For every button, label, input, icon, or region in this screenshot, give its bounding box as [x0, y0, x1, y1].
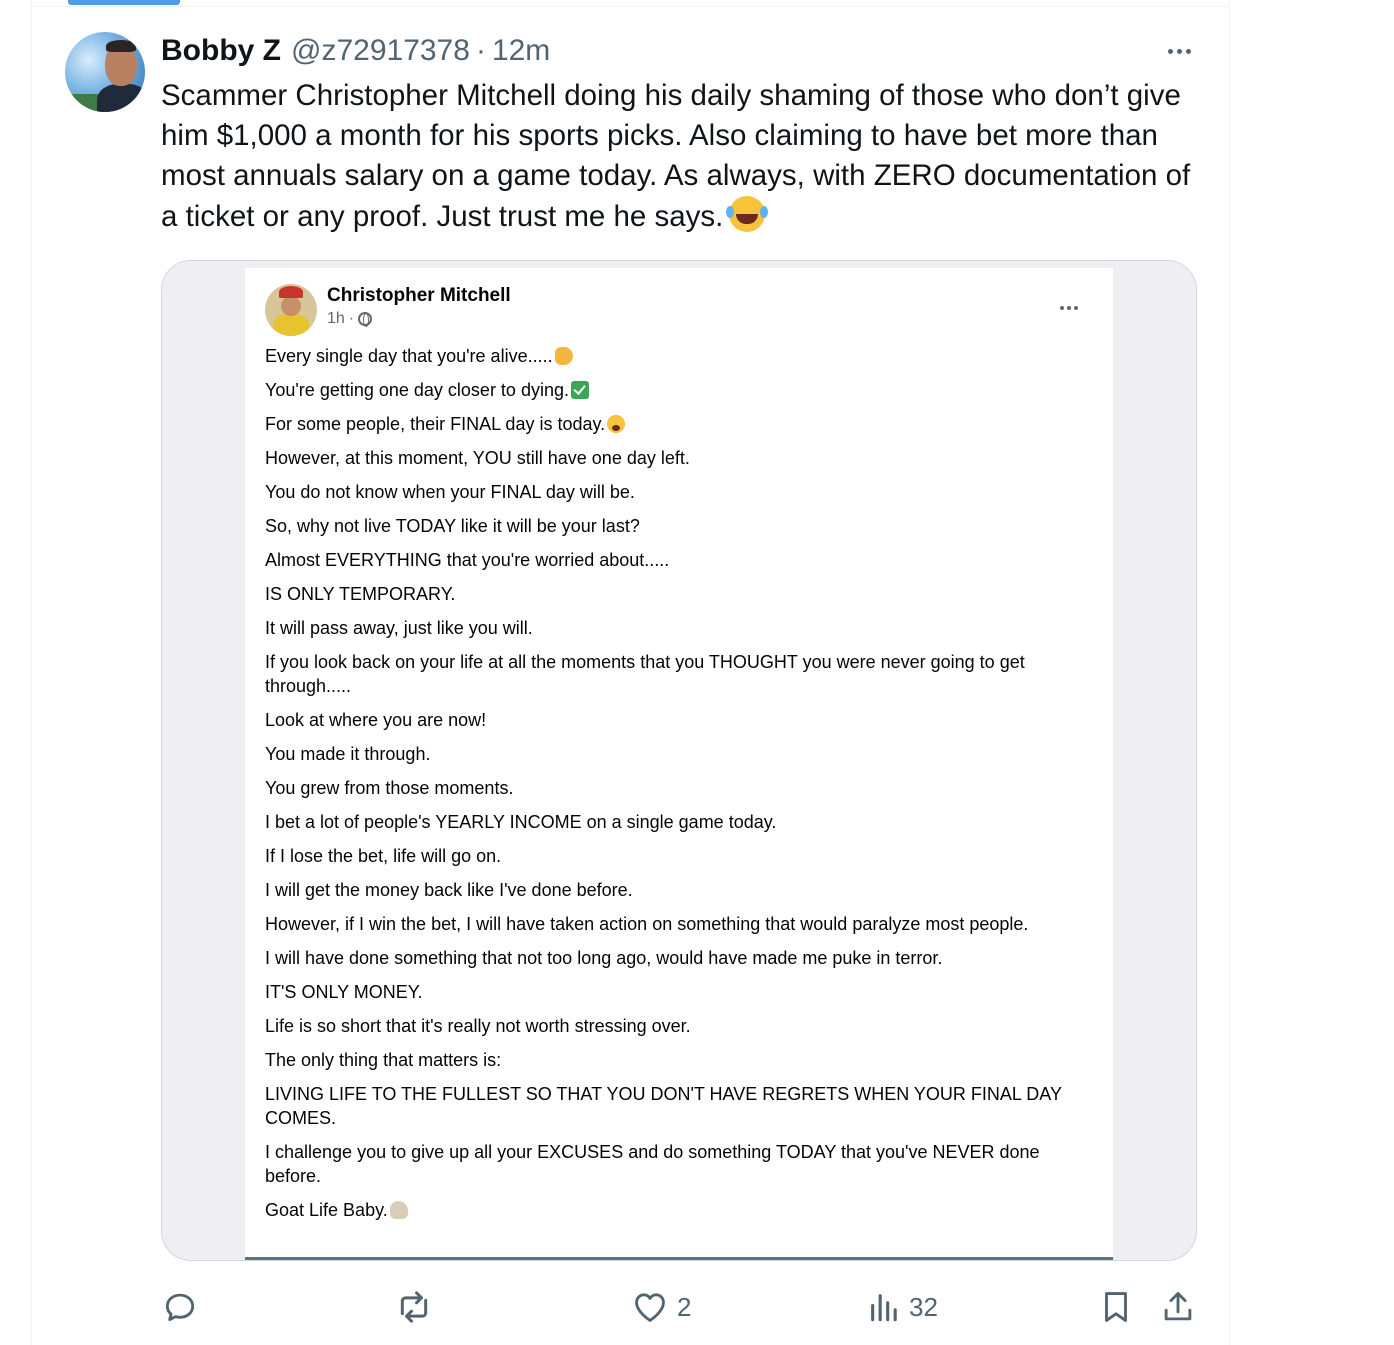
post-line: If you look back on your life at all the… [265, 652, 1025, 696]
post-line: The only thing that matters is: [265, 1050, 502, 1070]
reply-icon [165, 1293, 195, 1322]
views-icon [871, 1294, 897, 1322]
tweet-header: Bobby Z @z72917378 · 12m [161, 33, 550, 69]
post-line: IS ONLY TEMPORARY. [265, 584, 456, 604]
views-button[interactable]: 32 [867, 1285, 938, 1329]
bookmark-button[interactable] [1097, 1285, 1135, 1329]
goat-icon [389, 1201, 408, 1219]
tweet-divider [32, 6, 1229, 7]
header-separator: · [475, 34, 486, 67]
embedded-more-icon [1055, 298, 1083, 318]
post-line: Look at where you are now! [265, 710, 487, 730]
avatar-body [97, 84, 145, 112]
embedded-meta-separator: · [348, 310, 355, 327]
embedded-post-meta: 1h · [327, 310, 373, 328]
point-down-icon [554, 347, 573, 365]
like-button[interactable]: 2 [631, 1285, 691, 1329]
post-line: If I lose the bet, life will go on. [265, 846, 502, 866]
embedded-post-time: 1h [327, 310, 345, 327]
share-icon [1164, 1292, 1192, 1321]
repost-button[interactable] [394, 1285, 442, 1329]
globe-icon [358, 312, 373, 327]
post-line: Goat Life Baby. [265, 1198, 1095, 1222]
active-tab-indicator [68, 0, 180, 5]
like-icon [635, 1293, 665, 1322]
timeline-left-border [31, 0, 32, 1345]
check-mark-icon [570, 381, 589, 399]
post-line: IT'S ONLY MONEY. [265, 982, 423, 1002]
reply-button[interactable] [161, 1285, 207, 1329]
post-line: Almost EVERYTHING that you're worried ab… [265, 550, 670, 570]
post-line: Every single day that you're alive..... [265, 344, 1095, 368]
post-line: So, why not live TODAY like it will be y… [265, 516, 640, 536]
face-with-tears-of-joy-icon [726, 196, 766, 232]
post-line: However, at this moment, YOU still have … [265, 448, 690, 468]
embedded-post-body: Every single day that you're alive..... … [265, 344, 1095, 1232]
tweet-text-body: Scammer Christopher Mitchell doing his d… [161, 79, 1191, 233]
avatar[interactable] [65, 32, 145, 112]
post-line: I challenge you to give up all your EXCU… [265, 1142, 1040, 1186]
views-count: 32 [909, 1291, 938, 1322]
post-line: I will get the money back like I've done… [265, 880, 633, 900]
repost-icon [400, 1291, 428, 1323]
author-handle[interactable]: @z72917378 [291, 34, 470, 68]
author-display-name[interactable]: Bobby Z [161, 34, 281, 68]
avatar-hair [106, 40, 136, 52]
timeline-right-border [1229, 0, 1230, 1345]
embedded-author-avatar [265, 284, 317, 336]
bookmark-icon [1105, 1292, 1127, 1322]
post-line: You're getting one day closer to dying. [265, 378, 1095, 402]
tweet-action-bar: 2 32 [161, 1285, 1201, 1329]
crying-face-icon [607, 415, 626, 433]
share-button[interactable] [1159, 1285, 1197, 1329]
post-line: You do not know when your FINAL day will… [265, 482, 635, 502]
embedded-post-bottom-bar [245, 1257, 1113, 1260]
tweet-text: Scammer Christopher Mitchell doing his d… [161, 76, 1201, 237]
more-icon[interactable] [1160, 40, 1198, 62]
post-line: You made it through. [265, 744, 431, 764]
embedded-post: Christopher Mitchell 1h · Every single d… [245, 268, 1113, 1260]
embedded-author-name: Christopher Mitchell [327, 285, 511, 306]
post-line: You grew from those moments. [265, 778, 514, 798]
like-count: 2 [677, 1291, 692, 1322]
tweet-timestamp[interactable]: 12m [492, 34, 550, 68]
post-line: I will have done something that not too … [265, 948, 943, 968]
post-line: Life is so short that it's really not wo… [265, 1016, 691, 1036]
post-line: LIVING LIFE TO THE FULLEST SO THAT YOU D… [265, 1084, 1062, 1128]
post-line: However, if I win the bet, I will have t… [265, 914, 1029, 934]
post-line: For some people, their FINAL day is toda… [265, 412, 1095, 436]
post-line: It will pass away, just like you will. [265, 618, 533, 638]
tweet-media-image[interactable]: Christopher Mitchell 1h · Every single d… [161, 260, 1197, 1261]
post-line: I bet a lot of people's YEARLY INCOME on… [265, 812, 777, 832]
